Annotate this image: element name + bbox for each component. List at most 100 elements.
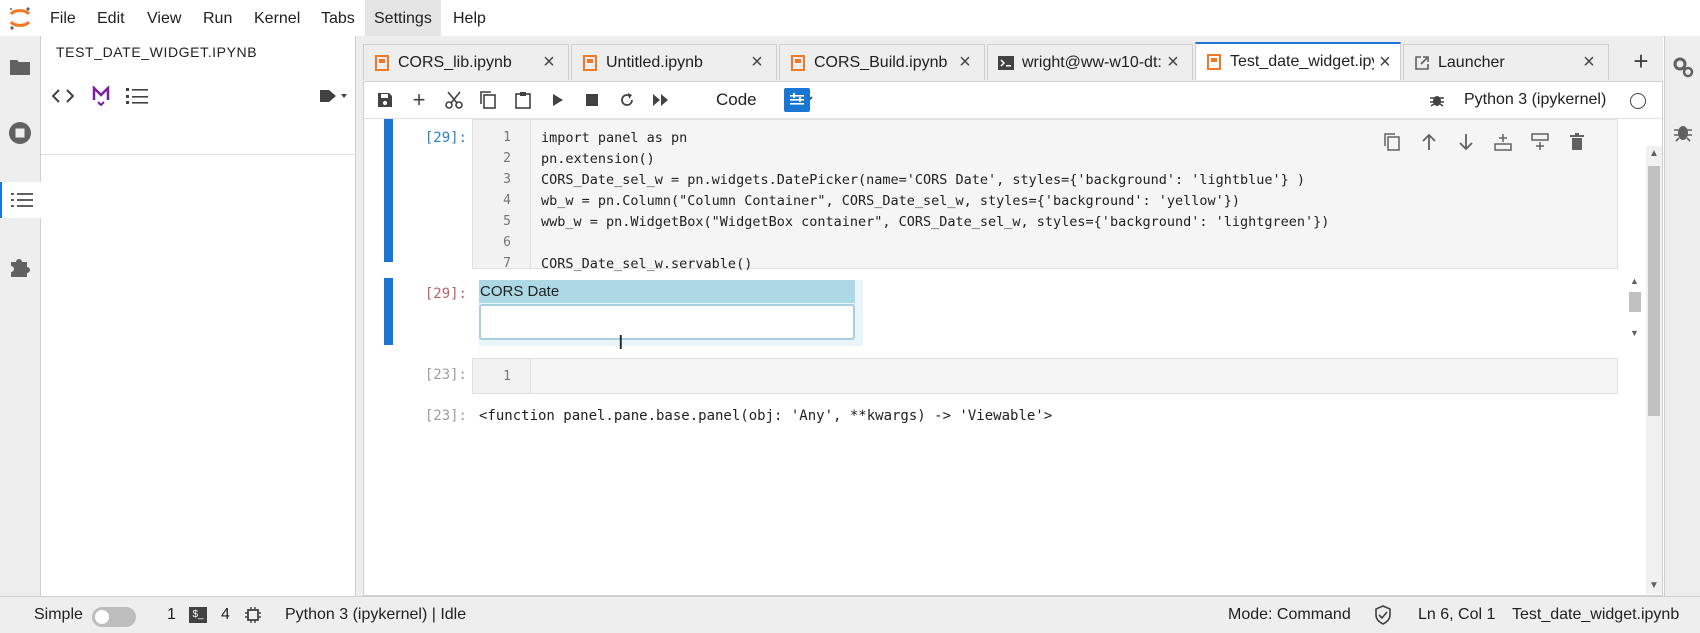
cell-collapser[interactable] [384,119,393,262]
menu-view[interactable]: View [138,0,190,36]
tab-label: Untitled.ipynb [606,53,703,71]
close-icon[interactable]: × [1374,51,1396,74]
date-picker-label: CORS Date [479,280,855,303]
output-text: <function panel.pane.base.panel(obj: 'An… [479,408,1053,424]
menu-tabs[interactable]: Tabs [312,0,364,36]
output-scrollbar[interactable]: ▲ ▼ [1626,276,1644,344]
terminal-icon[interactable]: $_ [189,607,207,623]
property-inspector-icon[interactable] [784,88,810,112]
move-down-icon[interactable] [1447,130,1484,154]
tab-label: CORS_lib.ipynb [398,53,512,71]
code-editor[interactable]: 1 [472,358,1618,394]
cut-icon[interactable] [441,88,467,112]
cursor-position[interactable]: Ln 6, Col 1 [1418,597,1495,633]
notebook-icon [1206,54,1222,70]
markdown-icon[interactable] [87,84,115,108]
line-number: 5 [503,214,511,229]
menu-edit[interactable]: Edit [88,0,134,36]
scroll-up-icon[interactable]: ▲ [1649,148,1659,159]
tag-filter-icon[interactable] [317,84,351,108]
kernel-name[interactable]: Python 3 (ipykernel) [1464,88,1606,112]
extension-puzzle-icon[interactable] [5,252,35,282]
table-of-contents-panel: TEST_DATE_WIDGET.IPYNB [41,36,356,596]
scrollbar-thumb[interactable] [1629,292,1641,312]
scrollbar-thumb[interactable] [1648,166,1660,416]
line-number: 6 [503,235,511,250]
duplicate-cell-icon[interactable] [1373,130,1410,154]
close-icon[interactable]: × [954,51,976,74]
numbered-list-icon[interactable] [123,84,151,108]
input-prompt: [29]: [424,130,467,146]
debugger-bug-icon[interactable] [1424,88,1450,112]
code-editor[interactable]: 1 2 3 4 5 6 7 import panel as pn pn.exte… [472,119,1618,272]
menu-settings[interactable]: Settings [365,0,441,36]
debugger-bug-icon[interactable] [1673,122,1693,147]
delete-cell-icon[interactable] [1558,130,1595,154]
scroll-down-icon[interactable]: ▼ [1630,328,1639,338]
line-number: 1 [503,369,511,384]
notebook-icon [790,54,806,71]
kernel-chip-icon[interactable] [244,606,262,629]
close-icon[interactable]: × [746,51,768,74]
close-icon[interactable]: × [1162,51,1184,74]
save-icon[interactable] [372,88,398,112]
insert-below-icon[interactable] [1521,130,1558,154]
code-icon[interactable] [49,84,77,108]
stop-icon[interactable] [579,88,605,112]
insert-above-icon[interactable] [1484,130,1521,154]
tab-terminal[interactable]: wright@ww-w10-dt: × [987,44,1193,80]
tab-test-date-widget[interactable]: Test_date_widget.ipy × [1195,42,1401,80]
output-collapser[interactable] [384,278,393,345]
folder-icon[interactable] [5,52,35,82]
status-bar: Simple 1 $_ 4 Python 3 (ipykernel) | Idl… [0,596,1700,633]
running-sessions-icon[interactable] [5,118,35,148]
terminals-count[interactable]: 1 [167,597,176,633]
scroll-up-icon[interactable]: ▲ [1630,276,1639,286]
new-launcher-plus-icon[interactable]: + [1626,46,1656,76]
menu-kernel[interactable]: Kernel [245,0,309,36]
line-number: 4 [503,193,511,208]
current-filename: Test_date_widget.ipynb [1512,606,1680,623]
code-line: CORS_Date_sel_w = pn.widgets.DatePicker(… [541,172,1306,188]
table-of-contents-icon[interactable] [0,182,42,218]
code-line: wwb_w = pn.WidgetBox("WidgetBox containe… [541,214,1330,230]
cell-toolbar [1373,130,1595,154]
notebook-mode[interactable]: Mode: Command [1228,597,1351,633]
simple-mode-label: Simple [34,606,83,623]
close-icon[interactable]: × [538,51,560,74]
restart-icon[interactable] [614,88,640,112]
kernel-status[interactable]: Python 3 (ipykernel) | Idle [285,597,466,633]
panel-title: TEST_DATE_WIDGET.IPYNB [56,44,258,60]
notebook-panel: + Code Python 3 (ipykernel) ▲ ▼ [29]: 1 … [363,81,1663,596]
menu-file[interactable]: File [41,0,85,36]
line-number: 1 [503,130,511,145]
insert-cell-icon[interactable]: + [406,87,432,112]
tab-cors-build[interactable]: CORS_Build.ipynb × [779,44,985,80]
property-inspector-gear-icon[interactable] [1672,56,1694,83]
tab-label: CORS_Build.ipynb [814,53,948,71]
tab-cors-lib[interactable]: CORS_lib.ipynb × [363,44,569,80]
kernel-idle-circle-icon [1630,93,1646,109]
right-activity-bar [1664,36,1700,596]
date-picker-input[interactable] [479,304,855,340]
tab-untitled[interactable]: Untitled.ipynb × [571,44,777,80]
menu-help[interactable]: Help [444,0,495,36]
move-up-icon[interactable] [1410,130,1447,154]
copy-icon[interactable] [475,88,501,112]
trusted-shield-icon[interactable] [1374,605,1392,630]
line-number: 7 [503,256,511,271]
jupyter-logo-icon [6,4,34,32]
close-icon[interactable]: × [1578,51,1600,74]
run-icon[interactable] [545,88,571,112]
tab-label: wright@ww-w10-dt: [1022,53,1162,71]
kernels-count[interactable]: 4 [221,597,230,633]
notebook-toolbar: + Code Python 3 (ipykernel) [364,82,1662,119]
tab-launcher[interactable]: Launcher × [1403,44,1609,80]
notebook-scrollbar[interactable]: ▲ ▼ [1646,146,1662,594]
fast-forward-icon[interactable] [648,88,674,112]
paste-icon[interactable] [510,88,536,112]
menu-run[interactable]: Run [194,0,241,36]
scroll-down-icon[interactable]: ▼ [1649,580,1659,591]
simple-mode-toggle[interactable] [92,607,136,627]
tab-label: Test_date_widget.ipy [1230,53,1374,70]
